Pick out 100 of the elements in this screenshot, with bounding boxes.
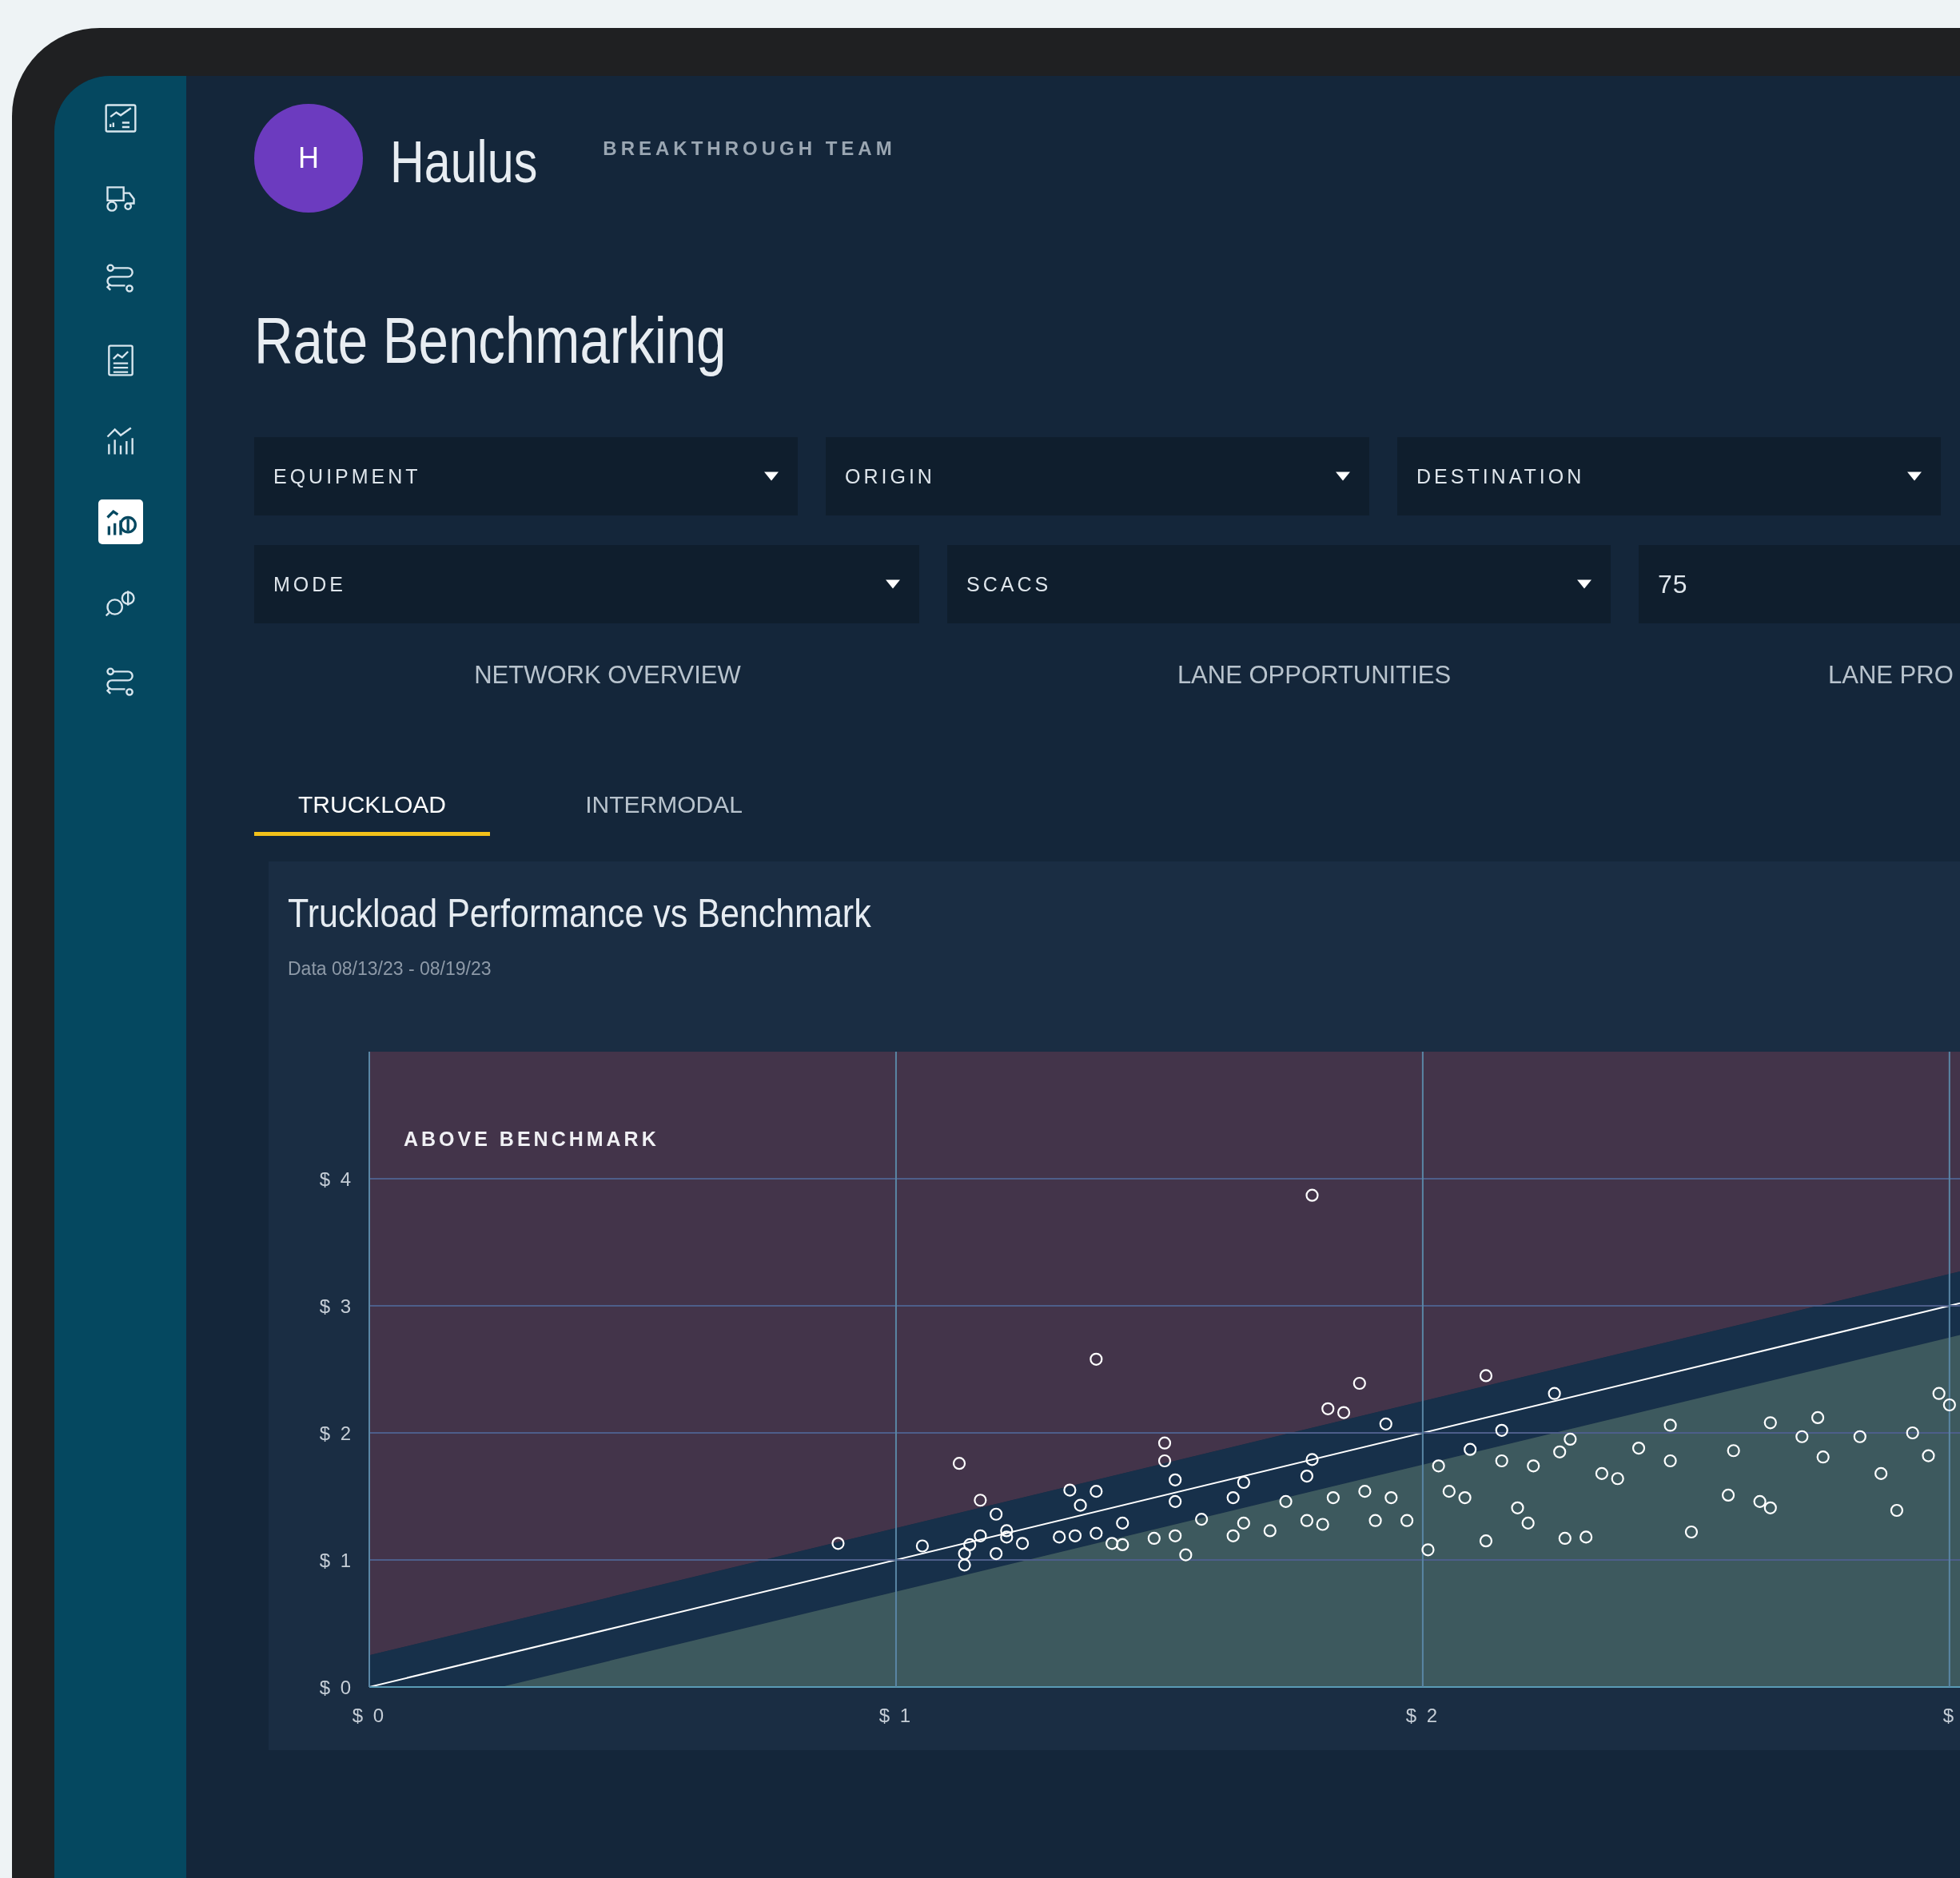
data-point [1352,1377,1366,1391]
data-point [1400,1514,1414,1527]
data-point [1932,1387,1946,1400]
view-tab[interactable]: NETWORK OVERVIEW [254,653,961,698]
dropdown-field[interactable]: SCACS [947,545,1611,624]
date-range-text: Data 08/13/23 - 08/19/23 [288,958,492,981]
y-tick-label: $ 1 [319,1550,353,1572]
data-point [1874,1466,1888,1481]
data-point [1116,1538,1129,1552]
data-point [1684,1526,1699,1539]
data-point [1521,1517,1535,1530]
data-point [1379,1417,1392,1431]
data-point [1305,1188,1319,1202]
data-point [1053,1530,1066,1544]
data-point [1179,1548,1193,1562]
data-point [1305,1453,1319,1466]
data-point [1511,1501,1524,1515]
data-point [1300,1470,1313,1483]
data-point [1195,1513,1209,1526]
data-point [1811,1411,1825,1425]
x-tick-label: $ 0 [352,1705,387,1727]
view-tab[interactable]: LANE OPPORTUNITIES [961,653,1667,698]
x-tick-label: $ 1 [878,1705,914,1727]
data-point [1421,1543,1435,1557]
y-tick-label: $ 0 [319,1677,353,1699]
x-tick-label: $ [1942,1705,1956,1727]
sidebar-button[interactable] [98,499,143,544]
data-point [1074,1498,1087,1512]
data-point [1326,1491,1340,1505]
dropdown-field[interactable]: EQUIPMENT [254,437,798,516]
caret-icon [1336,471,1350,482]
mode-tab[interactable]: INTERMODAL [546,783,782,837]
data-point [1116,1517,1129,1530]
region-label: ABOVE BENCHMARK [404,1128,659,1151]
data-point [1580,1530,1593,1544]
data-point [1721,1489,1735,1502]
data-point [1237,1517,1250,1530]
data-point [1016,1537,1030,1550]
data-point [915,1539,929,1553]
data-point [1169,1494,1182,1509]
data-point [1358,1485,1372,1498]
data-point [1068,1529,1082,1543]
brand-name: Haulus [390,128,538,196]
data-point [1442,1485,1456,1498]
data-point [1553,1445,1567,1459]
data-point [1479,1369,1493,1383]
data-point [1090,1526,1103,1540]
data-point [963,1538,977,1552]
data-point [990,1507,1003,1522]
data-point [1548,1387,1561,1400]
caret-icon [886,579,900,590]
data-point [1169,1473,1182,1487]
dropdown-field[interactable]: DESTINATION [1397,437,1941,516]
data-point [1464,1442,1477,1456]
page-title: Rate Benchmarking [254,304,727,377]
data-point [1384,1491,1398,1505]
data-point [1564,1433,1577,1446]
data-point [1147,1532,1161,1546]
caret-icon [1577,579,1592,590]
data-point [1337,1406,1351,1419]
data-point [1368,1514,1382,1527]
input-field[interactable]: 75 [1639,545,1960,624]
data-point [1763,1416,1777,1430]
data-point [990,1547,1003,1561]
avatar: H [254,104,363,213]
data-point [974,1529,987,1543]
data-point [1663,1454,1677,1468]
data-point [1906,1426,1919,1440]
caret-icon [764,471,779,482]
data-point [1226,1491,1240,1505]
data-point [1169,1529,1182,1543]
data-point [974,1494,987,1507]
data-point [1157,1454,1172,1468]
data-point [1090,1485,1103,1498]
dropdown-field[interactable]: ORIGIN [826,437,1369,516]
mode-tab[interactable]: TRUCKLOAD [254,783,490,837]
data-point [1527,1459,1540,1473]
x-tick-label: $ 2 [1405,1705,1440,1727]
data-point [1595,1466,1608,1481]
data-point [1663,1418,1677,1432]
data-point [1157,1436,1172,1450]
data-point [1631,1442,1646,1455]
data-point [1321,1402,1335,1416]
data-point [958,1558,971,1572]
y-tick-label: $ 2 [319,1422,353,1445]
dropdown-field[interactable]: MODE [254,545,919,624]
y-tick-label: $ 3 [319,1295,353,1318]
data-point [1890,1504,1904,1518]
data-point [1000,1524,1014,1538]
data-point [1495,1454,1508,1468]
data-point [1000,1530,1014,1544]
data-point [1558,1532,1572,1546]
data-point [1316,1518,1329,1531]
data-point [958,1547,971,1561]
data-point [1495,1423,1508,1438]
data-point [831,1537,845,1550]
view-tab[interactable]: LANE PRO [1828,653,1954,698]
data-point [1922,1449,1935,1462]
data-point [1458,1491,1472,1505]
data-point [1300,1514,1313,1527]
